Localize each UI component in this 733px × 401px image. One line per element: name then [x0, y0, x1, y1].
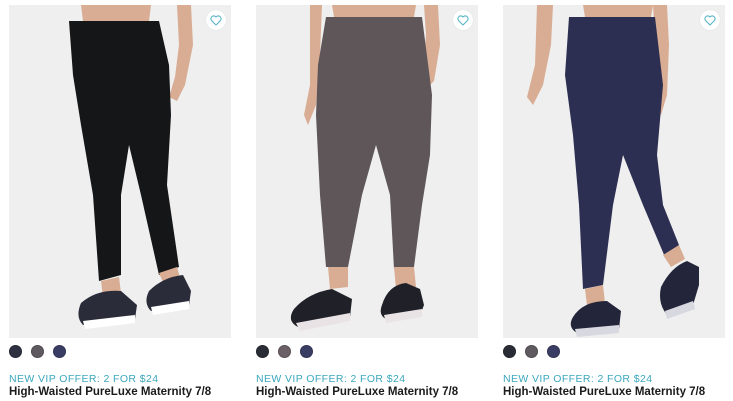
color-swatch[interactable]: [547, 345, 560, 358]
heart-icon: [704, 14, 716, 26]
favorite-button[interactable]: [700, 10, 720, 30]
product-name[interactable]: High-Waisted PureLuxe Maternity 7/8: [9, 386, 211, 398]
model-illustration: [256, 5, 478, 338]
product-grid: NEW VIP OFFER: 2 FOR $24 High-Waisted Pu…: [0, 0, 733, 401]
vip-offer-label: NEW VIP OFFER: 2 FOR $24: [256, 373, 406, 385]
favorite-button[interactable]: [206, 10, 226, 30]
model-illustration: [503, 5, 725, 338]
color-swatch[interactable]: [31, 345, 44, 358]
product-image[interactable]: [256, 5, 478, 338]
color-swatches: [256, 345, 313, 359]
favorite-button[interactable]: [453, 10, 473, 30]
heart-icon: [210, 14, 222, 26]
color-swatches: [9, 345, 66, 359]
color-swatch[interactable]: [9, 345, 22, 358]
heart-icon: [457, 14, 469, 26]
product-name[interactable]: High-Waisted PureLuxe Maternity 7/8: [503, 386, 705, 398]
color-swatch[interactable]: [53, 345, 66, 358]
color-swatch[interactable]: [503, 345, 516, 358]
product-card[interactable]: NEW VIP OFFER: 2 FOR $24 High-Waisted Pu…: [503, 5, 725, 398]
product-image[interactable]: [9, 5, 231, 338]
product-name[interactable]: High-Waisted PureLuxe Maternity 7/8: [256, 386, 458, 398]
vip-offer-label: NEW VIP OFFER: 2 FOR $24: [503, 373, 653, 385]
color-swatch[interactable]: [300, 345, 313, 358]
color-swatches: [503, 345, 560, 359]
color-swatch[interactable]: [256, 345, 269, 358]
product-card[interactable]: NEW VIP OFFER: 2 FOR $24 High-Waisted Pu…: [256, 5, 478, 398]
product-image[interactable]: [503, 5, 725, 338]
vip-offer-label: NEW VIP OFFER: 2 FOR $24: [9, 373, 159, 385]
product-card[interactable]: NEW VIP OFFER: 2 FOR $24 High-Waisted Pu…: [9, 5, 231, 398]
model-illustration: [9, 5, 231, 338]
color-swatch[interactable]: [525, 345, 538, 358]
color-swatch[interactable]: [278, 345, 291, 358]
